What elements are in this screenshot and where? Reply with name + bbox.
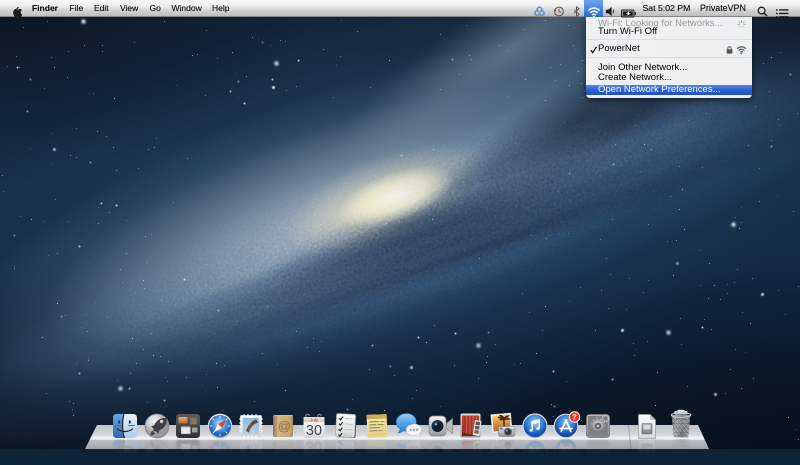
svg-text:7: 7 xyxy=(572,413,576,422)
svg-text:7: 7 xyxy=(572,454,576,463)
svg-text:@: @ xyxy=(277,445,290,460)
svg-text:July: July xyxy=(310,455,319,460)
svg-text:30: 30 xyxy=(306,423,322,439)
svg-text:30: 30 xyxy=(306,438,322,454)
svg-text:@: @ xyxy=(277,419,290,434)
svg-text:July: July xyxy=(310,417,319,422)
